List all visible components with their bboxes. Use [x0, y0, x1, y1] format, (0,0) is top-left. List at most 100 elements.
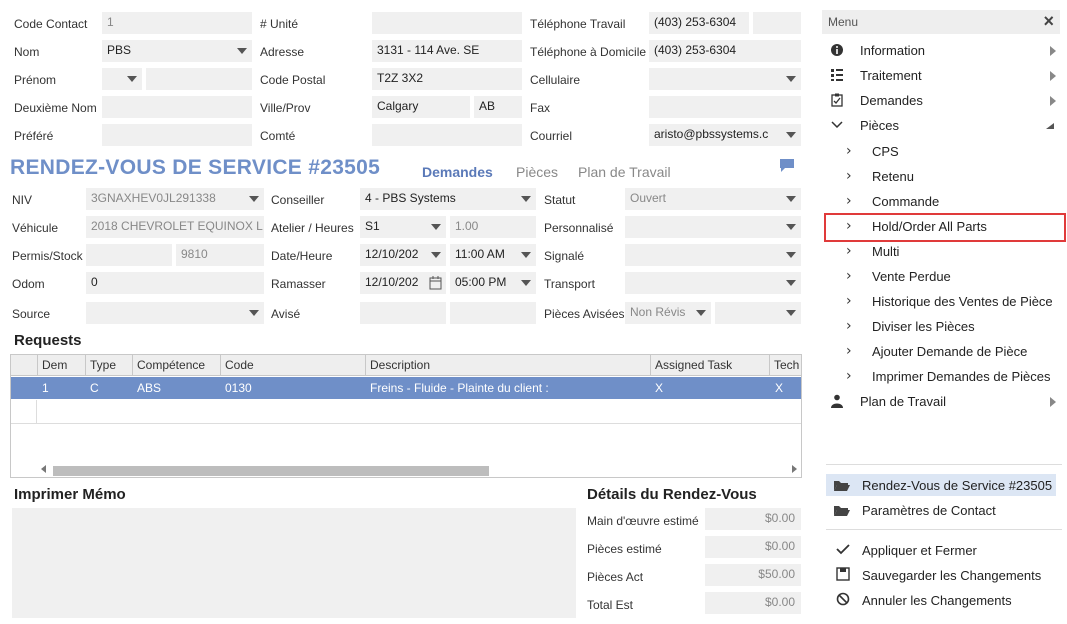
menu-item-plan-de-travail[interactable]: Plan de Travail: [822, 391, 1060, 413]
ville-field[interactable]: Calgary: [372, 96, 470, 118]
column-code[interactable]: Code: [220, 355, 258, 376]
signale-select[interactable]: [625, 244, 801, 266]
stock-field[interactable]: 9810: [176, 244, 264, 266]
menu-item-label: Traitement: [860, 68, 922, 83]
code-contact-field[interactable]: 1: [102, 12, 252, 34]
menu-item-pieces[interactable]: Pièces: [822, 115, 1060, 137]
save-changes-button[interactable]: Sauvegarder les Changements: [834, 567, 1054, 587]
fax-label: Fax: [530, 101, 551, 115]
folder-item-rendez-vous[interactable]: Rendez-Vous de Service #23505: [826, 474, 1056, 496]
chevron-down-icon: [786, 196, 796, 202]
folder-item-parametres-contact[interactable]: Paramètres de Contact: [826, 499, 1056, 521]
adresse-field[interactable]: 3131 - 114 Ave. SE: [372, 40, 522, 62]
niv-select[interactable]: 3GNAXHEV0JL291338: [86, 188, 264, 210]
prefere-field[interactable]: [102, 124, 252, 146]
vehicule-label: Véhicule: [12, 221, 59, 235]
comment-icon[interactable]: [779, 158, 795, 173]
code-postal-field[interactable]: T2Z 3X2: [372, 68, 522, 90]
tel-travail-field[interactable]: (403) 253-6304: [649, 12, 749, 34]
submenu-retenu[interactable]: › Retenu: [832, 166, 1062, 188]
code-contact-label: Code Contact: [14, 17, 88, 31]
tab-pieces[interactable]: Pièces: [516, 164, 558, 180]
submenu-commande[interactable]: › Commande: [832, 191, 1062, 213]
courriel-value: aristo@pbssystems.c: [654, 127, 769, 141]
tel-travail-label: Téléphone Travail: [530, 17, 626, 31]
close-icon[interactable]: ×: [1043, 11, 1054, 32]
main-oeuvre-value: $0.00: [705, 508, 801, 530]
pieces-avisees-extra-select[interactable]: [715, 302, 801, 324]
submenu-diviser-pieces[interactable]: › Diviser les Pièces: [832, 316, 1062, 338]
avise-field-1[interactable]: [360, 302, 446, 324]
table-row-empty[interactable]: [11, 400, 801, 424]
heures-field[interactable]: 1.00: [450, 216, 536, 238]
cellulaire-select[interactable]: [649, 68, 801, 90]
prenom-field[interactable]: [146, 68, 252, 90]
prov-field[interactable]: AB: [474, 96, 522, 118]
cancel-changes-button[interactable]: Annuler les Changements: [834, 592, 1054, 612]
tel-travail-ext-field[interactable]: [753, 12, 801, 34]
pieces-act-value: $50.00: [705, 564, 801, 586]
column-assigned-task[interactable]: Assigned Task: [650, 355, 736, 376]
prenom-prefix-select[interactable]: [102, 68, 142, 90]
atelier-heures-label: Atelier / Heures: [271, 221, 354, 235]
courriel-select[interactable]: aristo@pbssystems.c: [649, 124, 801, 146]
deuxieme-nom-field[interactable]: [102, 96, 252, 118]
transport-select[interactable]: [625, 272, 801, 294]
statut-select[interactable]: Ouvert: [625, 188, 801, 210]
odom-field[interactable]: 0: [86, 272, 264, 294]
memo-textarea[interactable]: [12, 508, 576, 618]
chevron-right-icon: ›: [846, 343, 852, 359]
personnalise-select[interactable]: [625, 216, 801, 238]
avise-field-2[interactable]: [450, 302, 536, 324]
submenu-historique-ventes[interactable]: › Historique des Ventes de Pièce: [832, 291, 1062, 313]
column-tech[interactable]: Tech: [769, 355, 803, 376]
submenu-label: Ajouter Demande de Pièce: [872, 344, 1028, 359]
horizontal-scrollbar[interactable]: [11, 461, 801, 477]
source-select[interactable]: [86, 302, 264, 324]
cell-description: Freins - Fluide - Plainte du client :: [370, 381, 549, 395]
column-dem[interactable]: Dem: [37, 355, 71, 376]
personnalise-label: Personnalisé: [544, 221, 614, 235]
tel-domicile-label: Téléphone à Domicile: [530, 45, 647, 59]
odom-label: Odom: [12, 277, 45, 291]
permis-field[interactable]: [86, 244, 172, 266]
scroll-right-icon[interactable]: [792, 465, 797, 473]
submenu-cps[interactable]: › CPS: [832, 141, 1062, 163]
calendar-icon[interactable]: [429, 276, 442, 290]
menu-item-traitement[interactable]: Traitement: [822, 65, 1060, 87]
menu-item-demandes[interactable]: Demandes: [822, 90, 1060, 112]
submenu-hold-order-all-parts[interactable]: › Hold/Order All Parts: [824, 213, 1066, 242]
column-competence[interactable]: Compétence: [132, 355, 209, 376]
unite-field[interactable]: [372, 12, 522, 34]
submenu-multi[interactable]: › Multi: [832, 241, 1062, 263]
tel-domicile-field[interactable]: (403) 253-6304: [649, 40, 801, 62]
tab-demandes[interactable]: Demandes: [422, 164, 493, 180]
column-type[interactable]: Type: [85, 355, 120, 376]
pieces-avisees-select[interactable]: Non Révis: [625, 302, 711, 324]
conseiller-select[interactable]: 4 - PBS Systems: [360, 188, 536, 210]
check-icon: [834, 542, 852, 559]
submenu-ajouter-demande[interactable]: › Ajouter Demande de Pièce: [832, 341, 1062, 363]
menu-item-label: Plan de Travail: [860, 394, 946, 409]
column-description[interactable]: Description: [365, 355, 434, 376]
heure-select[interactable]: 11:00 AM: [450, 244, 536, 266]
date-select[interactable]: 12/10/202: [360, 244, 446, 266]
total-est-value: $0.00: [705, 592, 801, 614]
nom-select[interactable]: PBS: [102, 40, 252, 62]
menu-item-information[interactable]: Information: [822, 40, 1060, 62]
tab-plan-de-travail[interactable]: Plan de Travail: [578, 164, 671, 180]
submenu-imprimer-demandes[interactable]: › Imprimer Demandes de Pièces: [832, 366, 1062, 388]
submenu-vente-perdue[interactable]: › Vente Perdue: [832, 266, 1062, 288]
ramasser-date-field[interactable]: 12/10/202: [360, 272, 446, 294]
comte-field[interactable]: [372, 124, 522, 146]
table-row[interactable]: 1 C ABS 0130 Freins - Fluide - Plainte d…: [11, 377, 801, 399]
scroll-left-icon[interactable]: [41, 465, 46, 473]
pieces-estime-label: Pièces estimé: [587, 542, 662, 556]
scrollbar-thumb[interactable]: [53, 466, 489, 476]
apply-close-button[interactable]: Appliquer et Fermer: [834, 542, 1054, 562]
ramasser-heure-select[interactable]: 05:00 PM: [450, 272, 536, 294]
atelier-select[interactable]: S1: [360, 216, 446, 238]
fax-field[interactable]: [649, 96, 801, 118]
vehicule-field[interactable]: 2018 CHEVROLET EQUINOX L: [86, 216, 264, 238]
chevron-right-icon: ›: [846, 293, 852, 309]
